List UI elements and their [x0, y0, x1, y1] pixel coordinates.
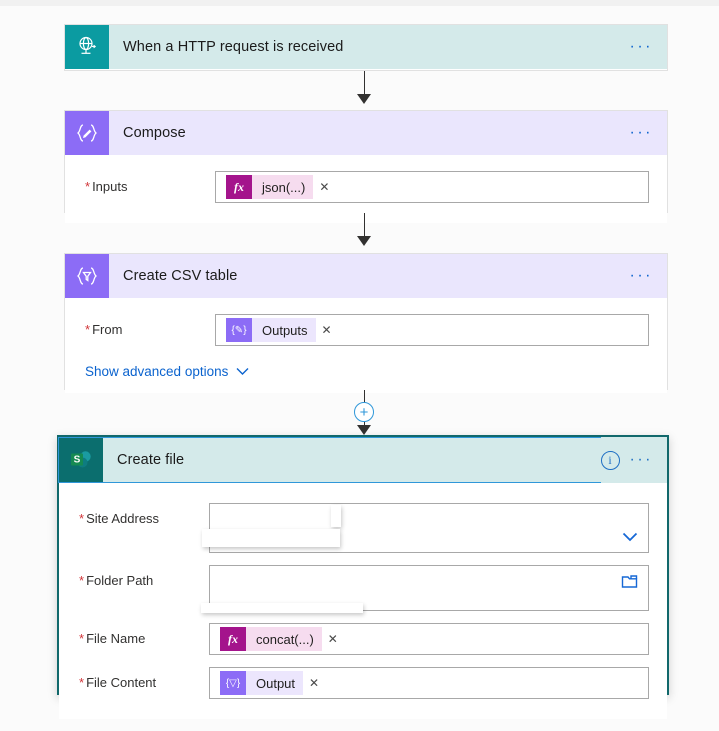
token-label: json(...)	[252, 175, 314, 199]
card-header[interactable]: Compose ···	[65, 111, 667, 155]
sharepoint-icon: S	[59, 438, 103, 482]
flow-designer-canvas: When a HTTP request is received ··· Comp…	[0, 0, 719, 731]
inputs-field[interactable]: fx json(...) ✕	[215, 171, 649, 203]
required-asterisk: *	[79, 675, 85, 690]
more-commands-button[interactable]: ···	[630, 39, 653, 55]
top-strip	[0, 0, 719, 6]
svg-text:S: S	[74, 455, 81, 466]
field-label-file-name: * File Name	[79, 631, 146, 646]
field-row-file-content: * File Content {▽} Output ✕	[59, 661, 667, 705]
expression-token-json[interactable]: fx json(...)	[226, 175, 314, 199]
site-address-input[interactable]	[209, 503, 649, 553]
field-row-folder-path: * Folder Path	[59, 559, 667, 617]
card-header[interactable]: When a HTTP request is received ···	[65, 25, 667, 69]
show-advanced-options-link[interactable]: Show advanced options	[65, 352, 667, 379]
required-asterisk: *	[79, 511, 85, 526]
step-title: Compose	[123, 125, 186, 141]
field-control	[201, 565, 649, 613]
field-label-site-address: * Site Address	[79, 511, 160, 526]
chevron-down-icon[interactable]	[622, 529, 638, 546]
required-asterisk: *	[79, 573, 85, 588]
remove-token-button[interactable]: ✕	[319, 180, 329, 194]
expression-badge-icon: fx	[226, 175, 252, 199]
field-row-inputs: * Inputs fx json(...) ✕	[65, 165, 667, 209]
expression-badge-icon: fx	[220, 627, 246, 651]
connector-arrow	[357, 94, 371, 104]
field-row-site-address: * Site Address	[59, 497, 667, 559]
field-label-file-content: * File Content	[79, 675, 157, 690]
field-control: fx concat(...) ✕	[209, 623, 649, 655]
compose-output-badge-icon: {✎}	[226, 318, 252, 342]
remove-token-button[interactable]: ✕	[322, 323, 332, 337]
info-icon[interactable]: i	[600, 450, 620, 470]
remove-token-button[interactable]: ✕	[328, 632, 338, 646]
step-card-create-csv-table[interactable]: Create CSV table ··· * From {✎} Outputs ✕	[64, 253, 668, 393]
folder-path-input[interactable]	[209, 565, 649, 611]
field-label-from: * From	[85, 322, 123, 337]
field-control	[202, 503, 649, 553]
field-row-from: * From {✎} Outputs ✕	[65, 308, 667, 352]
more-commands-button[interactable]: ···	[630, 125, 653, 141]
file-content-input[interactable]: {▽} Output ✕	[209, 667, 649, 699]
step-card-create-file[interactable]: S Create file i ··· * Site Address * Fol…	[57, 435, 669, 719]
step-card-compose[interactable]: Compose ··· * Inputs fx json(...) ✕	[64, 110, 668, 223]
card-header-focus-ring[interactable]: S Create file	[58, 437, 601, 483]
header-actions: i ···	[600, 450, 667, 470]
globe-http-icon	[65, 25, 109, 69]
step-card-http-trigger[interactable]: When a HTTP request is received ···	[64, 24, 668, 71]
token-label: Output	[246, 671, 304, 695]
more-commands-button[interactable]: ···	[630, 452, 653, 468]
required-asterisk: *	[79, 631, 85, 646]
chevron-down-icon	[236, 368, 249, 375]
sharepoint-logo: S	[71, 451, 91, 468]
step-title: When a HTTP request is received	[123, 39, 344, 55]
card-body: * Inputs fx json(...) ✕	[65, 155, 667, 223]
from-field[interactable]: {✎} Outputs ✕	[215, 314, 649, 346]
card-header[interactable]: S Create file i ···	[58, 437, 667, 483]
card-body: * From {✎} Outputs ✕ Show advanced option…	[65, 298, 667, 393]
more-commands-button[interactable]: ···	[630, 268, 653, 284]
card-body: * Site Address * Folder Path * File Name…	[59, 483, 667, 719]
token-label: Outputs	[252, 318, 316, 342]
field-label-folder-path: * Folder Path	[79, 573, 154, 588]
field-control: fx json(...) ✕	[215, 171, 649, 203]
header-actions: ···	[630, 125, 667, 141]
dynamic-content-token-output[interactable]: {▽} Output	[220, 671, 304, 695]
file-name-input[interactable]: fx concat(...) ✕	[209, 623, 649, 655]
required-asterisk: *	[85, 322, 91, 337]
step-title: Create file	[117, 452, 185, 468]
folder-picker-icon[interactable]	[621, 574, 638, 594]
field-control: {✎} Outputs ✕	[215, 314, 649, 346]
advanced-options-label: Show advanced options	[85, 364, 229, 379]
field-row-file-name: * File Name fx concat(...) ✕	[59, 617, 667, 661]
required-asterisk: *	[85, 179, 91, 194]
compose-braces-pencil-icon	[65, 111, 109, 155]
header-actions: ···	[630, 39, 667, 55]
csv-output-badge-icon: {▽}	[220, 671, 246, 695]
header-actions: ···	[630, 268, 667, 284]
connector-arrow	[357, 425, 371, 435]
csv-table-braces-funnel-icon	[65, 254, 109, 298]
field-control: {▽} Output ✕	[209, 667, 649, 699]
dynamic-content-token-outputs[interactable]: {✎} Outputs	[226, 318, 316, 342]
card-header[interactable]: Create CSV table ···	[65, 254, 667, 298]
connector-arrow	[357, 236, 371, 246]
field-label-inputs: * Inputs	[85, 179, 128, 194]
expression-token-concat[interactable]: fx concat(...)	[220, 627, 322, 651]
step-title: Create CSV table	[123, 268, 238, 284]
insert-step-button[interactable]: +	[354, 402, 374, 422]
remove-token-button[interactable]: ✕	[309, 676, 319, 690]
token-label: concat(...)	[246, 627, 322, 651]
